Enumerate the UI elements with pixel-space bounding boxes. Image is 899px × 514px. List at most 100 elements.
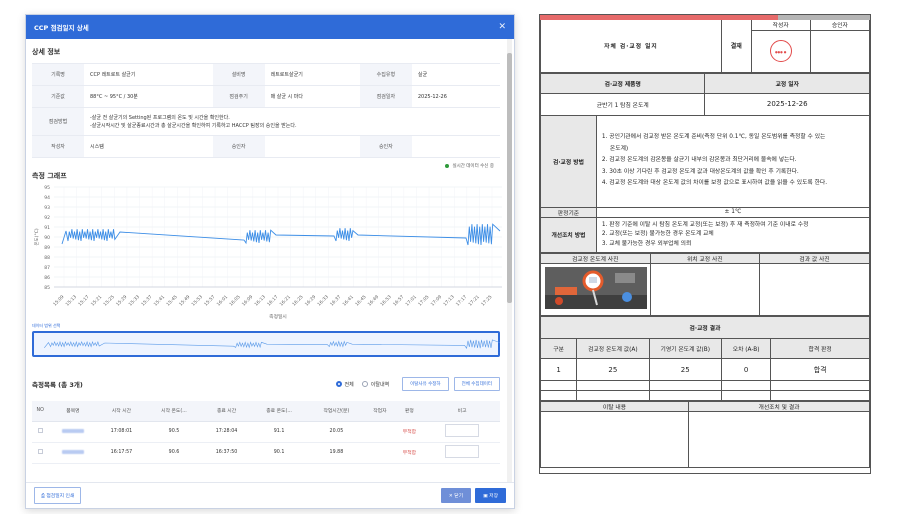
row-checkbox[interactable] bbox=[37, 428, 43, 433]
start-temp: 90.5 bbox=[145, 421, 203, 443]
photo-header: 검과 값 사진 bbox=[759, 253, 870, 264]
save-label: 저장 bbox=[489, 494, 498, 499]
y-tick-label: 92 bbox=[44, 215, 50, 221]
result-header: 오차 (A-B) bbox=[720, 338, 772, 359]
memo-input[interactable] bbox=[445, 445, 480, 458]
range-navigator[interactable] bbox=[32, 331, 501, 357]
writer-sign-cell: ●●● ● bbox=[750, 29, 811, 73]
method-line: -살균 전 살균기의 Setting된 프로그램의 온도 및 시간을 확인한다. bbox=[90, 114, 230, 121]
start-time: 16:17:57 bbox=[97, 442, 146, 464]
approval-label: 결재 bbox=[720, 20, 752, 73]
x-tick-label: 15:57 bbox=[203, 294, 217, 308]
date-value: 2025-12-26 bbox=[704, 92, 870, 116]
detail-section-title: 상세 정보 bbox=[32, 48, 61, 56]
modal-title: CCP 점검일지 상세 bbox=[34, 24, 89, 32]
action-cell bbox=[688, 411, 870, 468]
x-tick-label: 16:53 bbox=[379, 294, 393, 308]
x-tick-label: 16:33 bbox=[316, 294, 330, 308]
radio-empty-icon bbox=[361, 381, 368, 387]
row-checkbox[interactable] bbox=[37, 449, 43, 454]
live-dot-icon bbox=[445, 163, 450, 168]
x-tick-label: 15:25 bbox=[102, 294, 116, 308]
close-button[interactable]: ✕ 닫기 bbox=[440, 488, 472, 503]
radio-all[interactable]: 전체 bbox=[335, 381, 354, 388]
y-tick-label: 93 bbox=[44, 205, 50, 211]
writer-stamp-icon: ●●● ● bbox=[769, 40, 792, 62]
work-minutes: 19.88 bbox=[307, 442, 366, 464]
table-row[interactable]: 16:17:57 90.6 16:37:50 90.1 19.88 부적합 bbox=[32, 442, 500, 464]
doc-deviation-table: 이탈 내용 개선조치 및 결과 bbox=[539, 401, 870, 468]
modal-footer: ⎙ 점검일지 인쇄 ✕ 닫기 ▣ 저장 bbox=[26, 482, 514, 508]
table-row[interactable]: 17:08:01 90.5 17:28:04 91.1 20.05 부적합 bbox=[32, 421, 500, 443]
doc-title: 자체 검·교정 일지 bbox=[540, 20, 722, 73]
result-badge: 부적합 bbox=[394, 421, 425, 443]
radio-abnormal[interactable]: 이탈내역 bbox=[361, 381, 389, 388]
result-cell: 1 bbox=[539, 358, 578, 381]
item-name-redacted bbox=[61, 428, 84, 433]
col-header: 판정 bbox=[394, 401, 425, 422]
y-tick-label: 88 bbox=[44, 255, 50, 261]
result-photo-cell bbox=[759, 263, 870, 316]
modal-scrollbar[interactable] bbox=[507, 39, 512, 482]
action-label: 개선조치 및 결과 bbox=[688, 401, 870, 412]
col-header: 작업시간(분) bbox=[307, 401, 366, 422]
info-value: 매 살균 시 마다 bbox=[264, 85, 360, 108]
x-tick-label: 15:49 bbox=[178, 294, 192, 308]
item-name-redacted bbox=[61, 449, 84, 454]
y-tick-label: 95 bbox=[44, 185, 50, 191]
info-label: 점검방법 bbox=[32, 107, 84, 136]
approver-label: 승인자 bbox=[809, 20, 871, 31]
worker bbox=[365, 442, 395, 464]
x-tick-label: 17:13 bbox=[442, 294, 456, 308]
records-title: 측정목록 (총 3개) bbox=[32, 381, 83, 389]
info-value: 2025-12-26 bbox=[411, 85, 500, 108]
date-label: 교정 일자 bbox=[704, 72, 870, 94]
records-header: 측정목록 (총 3개) 전체 이탈내역 이탈사유 수정하 전체 수집데이터 bbox=[32, 377, 500, 391]
memo-input[interactable] bbox=[445, 424, 480, 437]
info-value: 실균 bbox=[411, 63, 500, 86]
temperature-chart[interactable]: 8586878889909192939495온도(°C)15:09 15:13 15… bbox=[32, 181, 506, 321]
info-label: 점검일자 bbox=[359, 85, 412, 108]
result-header: 합격 판정 bbox=[770, 338, 870, 359]
result-cell: 25 bbox=[648, 358, 722, 381]
improve-item: 3. 교체 불가능한 경우 외부업체 의뢰 bbox=[601, 240, 692, 247]
photo-header: 검교정 온도계 사진 bbox=[540, 253, 651, 264]
chart-section-title: 측정 그래프 bbox=[32, 172, 67, 180]
col-header: 종료 시간 bbox=[202, 401, 251, 422]
info-label: 점검주기 bbox=[212, 85, 265, 108]
x-tick-label: 15:37 bbox=[140, 294, 154, 308]
x-tick-label: 16:17 bbox=[266, 294, 280, 308]
scrollbar-thumb[interactable] bbox=[507, 53, 512, 303]
method-item: 2. 검교정 온도계의 감온봉을 살균기 내부의 감온봉과 최단거리에 물속에 … bbox=[601, 157, 797, 164]
end-temp: 90.1 bbox=[250, 442, 308, 464]
improve-label: 개선조치 방법 bbox=[540, 216, 597, 253]
deviation-cell bbox=[539, 411, 690, 468]
col-header: 비고 bbox=[424, 401, 500, 422]
doc-top-bar bbox=[540, 15, 870, 20]
x-tick-label: 15:17 bbox=[77, 294, 91, 308]
info-label: 작성자 bbox=[32, 135, 84, 158]
x-tick-label: 16:09 bbox=[241, 294, 255, 308]
table-header-row: NO 품목명 시작 시간 시작 온도(... 종료 시간 종료 온도(... 작… bbox=[32, 401, 500, 422]
result-header: 구분 bbox=[539, 338, 578, 359]
records-table: NO 품목명 시작 시간 시작 온도(... 종료 시간 종료 온도(... 작… bbox=[32, 401, 500, 464]
doc-photo-table: 검교정 온도계 사진 위치 교정 사진 검과 값 사진 bbox=[540, 253, 870, 316]
calibration-document: 자체 검·교정 일지 결재 작성자 승인자 ●●● ● 검·교정 제품명 교정 … bbox=[539, 14, 871, 474]
x-tick-label: 16:13 bbox=[253, 294, 267, 308]
print-log-button[interactable]: ⎙ 점검일지 인쇄 bbox=[34, 487, 82, 504]
x-tick-label: 15:33 bbox=[128, 294, 142, 308]
y-tick-label: 85 bbox=[44, 285, 50, 291]
abnormal-reason-button[interactable]: 이탈사유 수정하 bbox=[402, 377, 449, 391]
close-icon[interactable]: ✕ bbox=[498, 22, 506, 32]
improve-item: 1. 판정 기준에 이탈 시 탐침 온도계 교정(또는 보정) 후 재 측정하여… bbox=[601, 221, 809, 228]
criteria-label: 판정기준 bbox=[540, 206, 597, 218]
save-button[interactable]: ▣ 저장 bbox=[475, 488, 506, 503]
navigator-mini-chart bbox=[44, 339, 501, 349]
approver-sign-cell bbox=[809, 29, 871, 73]
x-tick-label: 16:49 bbox=[367, 294, 381, 308]
method-item: 1. 공인기관에서 검교정 받은 온도계 준비(측정 단위 0.1℃, 동일 온… bbox=[601, 134, 826, 141]
info-label: 수집유형 bbox=[359, 63, 412, 86]
x-tick-label: 15:13 bbox=[65, 294, 79, 308]
all-data-button[interactable]: 전체 수집데이터 bbox=[453, 377, 500, 391]
y-axis-label: 온도(°C) bbox=[34, 228, 40, 245]
